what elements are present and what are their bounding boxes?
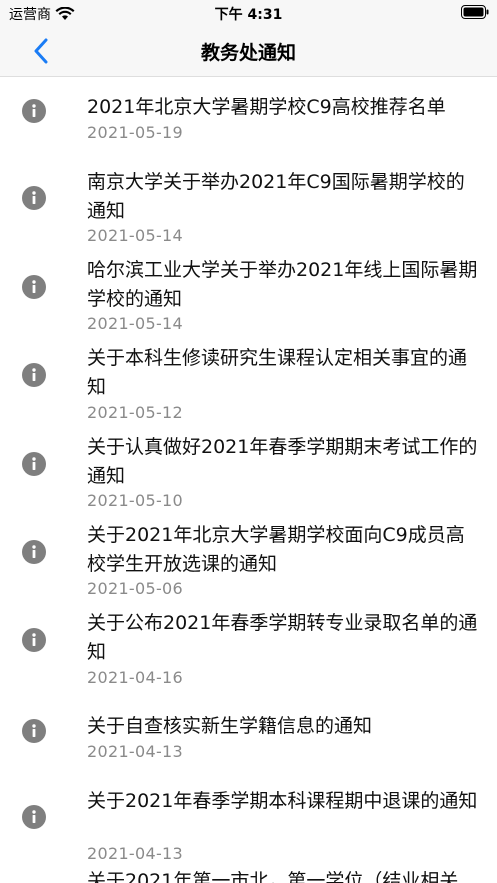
notice-date: 2021-05-12 xyxy=(87,403,183,422)
notice-row-partial[interactable]: 关于2021年第一市北，第一学位（结业相关 xyxy=(0,871,497,883)
info-icon xyxy=(22,99,46,123)
notice-date: 2021-05-14 xyxy=(87,314,183,333)
notice-title: 关于2021年北京大学暑期学校面向C9成员高校学生开放选课的通知 xyxy=(87,524,465,575)
info-icon xyxy=(22,186,46,210)
notice-row[interactable]: 关于自查核实新生学籍信息的通知 2021-04-13 xyxy=(0,695,497,783)
notice-date: 2021-05-10 xyxy=(87,491,183,510)
notice-list[interactable]: 2021年北京大学暑期学校C9高校推荐名单 2021-05-19 南京大学关于举… xyxy=(0,77,497,883)
notice-row[interactable]: 关于2021年春季学期本科课程期中退课的通知 2021-04-13 xyxy=(0,783,497,871)
notice-date: 2021-04-13 xyxy=(87,844,183,863)
notice-title: 关于认真做好2021年春季学期期末考试工作的通知 xyxy=(87,436,478,487)
notice-row[interactable]: 关于2021年北京大学暑期学校面向C9成员高校学生开放选课的通知 2021-05… xyxy=(0,517,497,605)
notice-row[interactable]: 2021年北京大学暑期学校C9高校推荐名单 2021-05-19 xyxy=(0,77,497,165)
info-icon xyxy=(22,540,46,564)
notice-date: 2021-05-06 xyxy=(87,579,183,598)
info-icon xyxy=(22,275,46,299)
notice-title: 关于本科生修读研究生课程认定相关事宜的通知 xyxy=(87,347,468,398)
notice-date: 2021-05-19 xyxy=(87,123,183,142)
notice-row[interactable]: 关于认真做好2021年春季学期期末考试工作的通知 2021-05-10 xyxy=(0,429,497,517)
status-bar: 运营商 下午 4:31 xyxy=(0,0,497,26)
notice-row[interactable]: 关于本科生修读研究生课程认定相关事宜的通知 2021-05-12 xyxy=(0,341,497,429)
notice-row[interactable]: 哈尔滨工业大学关于举办2021年线上国际暑期学校的通知 2021-05-14 xyxy=(0,253,497,341)
notice-date: 2021-04-13 xyxy=(87,742,183,761)
info-icon xyxy=(22,719,46,743)
notice-title: 关于自查核实新生学籍信息的通知 xyxy=(87,715,373,737)
notice-title: 哈尔滨工业大学关于举办2021年线上国际暑期学校的通知 xyxy=(87,259,478,310)
navigation-bar: 教务处通知 xyxy=(0,26,497,77)
battery-icon xyxy=(461,5,489,19)
status-time: 下午 4:31 xyxy=(214,7,283,23)
notice-row[interactable]: 南京大学关于举办2021年C9国际暑期学校的通知 2021-05-14 xyxy=(0,165,497,253)
info-icon xyxy=(22,452,46,476)
notice-title: 关于2021年春季学期本科课程期中退课的通知 xyxy=(87,790,478,812)
notice-title: 关于2021年第一市北，第一学位（结业相关 xyxy=(87,871,459,883)
notice-title: 南京大学关于举办2021年C9国际暑期学校的通知 xyxy=(87,171,465,222)
notice-title: 2021年北京大学暑期学校C9高校推荐名单 xyxy=(87,96,446,118)
info-icon xyxy=(22,805,46,829)
notice-date: 2021-05-14 xyxy=(87,226,183,245)
notice-title: 关于公布2021年春季学期转专业录取名单的通知 xyxy=(87,612,478,663)
notice-date: 2021-04-16 xyxy=(87,668,183,687)
page-title: 教务处通知 xyxy=(200,42,296,64)
notice-row[interactable]: 关于公布2021年春季学期转专业录取名单的通知 2021-04-16 xyxy=(0,605,497,695)
info-icon xyxy=(22,363,46,387)
info-icon xyxy=(22,628,46,652)
